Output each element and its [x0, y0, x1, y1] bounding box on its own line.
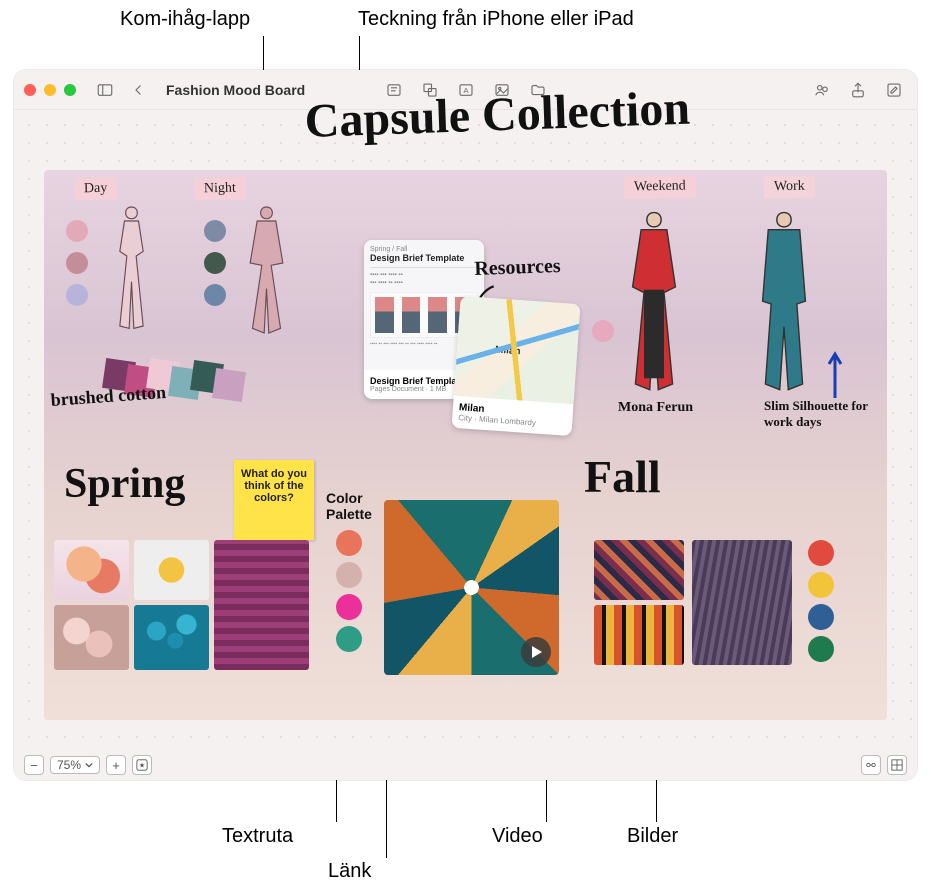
- palette-dot: [336, 562, 362, 588]
- board-title: Fashion Mood Board: [166, 82, 305, 98]
- image-thumb[interactable]: [594, 540, 684, 600]
- link-heading: Design Brief Template: [370, 253, 478, 263]
- image-thumb[interactable]: [54, 605, 129, 670]
- handwriting-note: brushed cotton: [50, 382, 167, 411]
- palette-dot: [808, 636, 834, 662]
- sticky-note[interactable]: What do you think of the colors?: [234, 460, 314, 540]
- zoom-dropdown[interactable]: 75%: [50, 756, 100, 774]
- board-canvas[interactable]: Capsule Collection Day Night brushed cot…: [44, 170, 887, 720]
- callout-video-label: Video: [492, 825, 543, 848]
- textbox-color-palette[interactable]: Color Palette: [326, 490, 386, 522]
- traffic-lights: [24, 84, 76, 96]
- tape-work: Work: [764, 176, 815, 199]
- color-swatch: [66, 252, 88, 274]
- image-thumb[interactable]: [214, 540, 309, 670]
- grid-toggle-button[interactable]: [887, 755, 907, 775]
- tape-night: Night: [194, 178, 246, 201]
- palette-dot: [336, 530, 362, 556]
- map-pin-label: Milan: [495, 345, 521, 358]
- share-button[interactable]: [845, 77, 871, 103]
- link-eyebrow: Spring / Fall: [370, 246, 478, 253]
- palette-column: [808, 540, 834, 668]
- tape-weekend: Weekend: [624, 175, 696, 198]
- callout-textbox-label: Textruta: [222, 825, 293, 848]
- color-swatch: [204, 220, 226, 242]
- palette-column: [336, 530, 362, 658]
- handwriting-note: Slim Silhouette for work days: [764, 398, 874, 430]
- collaborate-button[interactable]: [809, 77, 835, 103]
- tape-day: Day: [74, 178, 118, 201]
- palette-dot: [808, 540, 834, 566]
- image-thumb[interactable]: [134, 605, 209, 670]
- zoom-value: 75%: [57, 758, 81, 772]
- back-button[interactable]: [126, 77, 152, 103]
- palette-dot: [808, 572, 834, 598]
- right-toolbar: [809, 77, 907, 103]
- svg-text:★: ★: [139, 762, 145, 770]
- zoom-fit-button[interactable]: ★: [132, 755, 152, 775]
- close-button[interactable]: [24, 84, 36, 96]
- fashion-sketch: [744, 204, 824, 404]
- palette-dot: [336, 594, 362, 620]
- callout-images-label: Bilder: [627, 825, 678, 848]
- app-window: Fashion Mood Board A Capsule Collection …: [14, 70, 917, 780]
- palette-dot: [336, 626, 362, 652]
- handwriting-title: Capsule Collection: [304, 87, 691, 144]
- handwriting-note: Mona Ferun: [618, 400, 693, 416]
- navigator-button[interactable]: [861, 755, 881, 775]
- color-swatch: [204, 252, 226, 274]
- play-icon[interactable]: [521, 637, 551, 667]
- palette-dot: [808, 604, 834, 630]
- statusbar: − 75% + ★: [14, 750, 917, 780]
- callout-sticky-label: Kom-ihåg-lapp: [120, 8, 250, 31]
- handwriting-season: Spring: [64, 460, 185, 508]
- callout-link-label: Länk: [328, 860, 371, 883]
- compose-button[interactable]: [881, 77, 907, 103]
- handwriting-season: Fall: [584, 450, 661, 503]
- image-thumb[interactable]: [594, 605, 684, 665]
- image-thumb[interactable]: [692, 540, 792, 665]
- handwriting-resources: Resources: [474, 255, 561, 281]
- image-thumb[interactable]: [134, 540, 209, 600]
- zoom-out-button[interactable]: −: [24, 755, 44, 775]
- callout-sketch-label: Teckning från iPhone eller iPad: [358, 8, 634, 31]
- sidebar-toggle-button[interactable]: [92, 77, 118, 103]
- video-tile[interactable]: [384, 500, 559, 675]
- minimize-button[interactable]: [44, 84, 56, 96]
- zoom-in-button[interactable]: +: [106, 755, 126, 775]
- color-swatch: [66, 220, 88, 242]
- fashion-sketch: [239, 200, 294, 340]
- image-thumb[interactable]: [54, 540, 129, 600]
- fashion-sketch: [104, 200, 159, 340]
- color-swatch: [592, 320, 614, 342]
- chevron-down-icon: [85, 761, 93, 769]
- color-swatch: [204, 284, 226, 306]
- arrow-icon: [824, 350, 846, 400]
- map-link-card[interactable]: Milan Milan City · Milan Lombardy: [452, 296, 581, 436]
- fashion-sketch: [614, 204, 694, 404]
- color-swatch: [66, 284, 88, 306]
- maximize-button[interactable]: [64, 84, 76, 96]
